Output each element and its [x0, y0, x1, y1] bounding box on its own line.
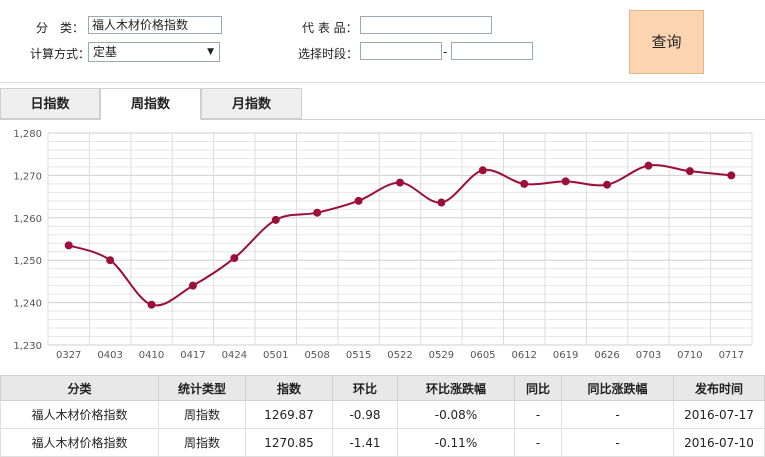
x-tick-label: 0417 [180, 350, 205, 361]
cell-mom: -1.41 [332, 428, 398, 457]
data-point[interactable] [354, 196, 363, 205]
period-label: 选择时段： [298, 47, 359, 61]
x-tick-label: 0619 [553, 350, 578, 361]
x-tick-label: 0710 [677, 350, 702, 361]
header-yoy: 同比 [514, 375, 562, 401]
data-point[interactable] [478, 166, 487, 175]
y-tick-label: 1,240 [13, 299, 42, 310]
y-tick-label: 1,260 [13, 214, 42, 225]
period-end-input[interactable] [451, 42, 533, 60]
x-tick-label: 0605 [470, 350, 495, 361]
header-index: 指数 [245, 375, 333, 401]
data-point[interactable] [271, 215, 280, 224]
cell-index: 1269.87 [245, 400, 333, 429]
x-tick-label: 0626 [594, 350, 619, 361]
cell-mom-pct: -0.08% [397, 400, 515, 429]
header-mom: 环比 [332, 375, 398, 401]
calc-method-select[interactable]: 定基 ▼ [88, 42, 220, 62]
query-form: 分 类： 福人木材价格指数 计算方式： 定基 ▼ 代 表 品： 选择时段： - … [0, 0, 765, 83]
calc-method-label: 计算方式： [30, 47, 91, 61]
cell-index: 1270.85 [245, 428, 333, 457]
representative-input[interactable] [360, 16, 492, 34]
data-point[interactable] [147, 300, 156, 309]
cell-category: 福人木材价格指数 [0, 428, 159, 457]
header-publish-date: 发布时间 [673, 375, 765, 401]
x-tick-label: 0522 [387, 350, 412, 361]
tab-daily[interactable]: 日指数 [0, 88, 100, 119]
cell-mom: -0.98 [332, 400, 398, 429]
header-yoy-pct: 同比涨跌幅 [561, 375, 674, 401]
x-tick-label: 0508 [304, 350, 329, 361]
y-tick-label: 1,270 [13, 171, 42, 182]
query-button[interactable]: 查询 [629, 10, 704, 74]
table-row: 福人木材价格指数 周指数 1269.87 -0.98 -0.08% - - 20… [0, 400, 765, 429]
x-tick-label: 0327 [56, 350, 81, 361]
data-point[interactable] [685, 167, 694, 176]
header-category: 分类 [0, 375, 159, 401]
cell-yoy: - [514, 428, 562, 457]
data-point[interactable] [188, 281, 197, 290]
period-start-input[interactable] [360, 42, 442, 60]
data-point[interactable] [106, 256, 115, 265]
data-point[interactable] [561, 177, 570, 186]
tab-weekly[interactable]: 周指数 [100, 88, 201, 120]
cell-category: 福人木材价格指数 [0, 400, 159, 429]
y-tick-label: 1,280 [13, 129, 42, 140]
data-point[interactable] [396, 178, 404, 187]
calc-method-value: 定基 [93, 45, 118, 59]
table-row: 福人木材价格指数 周指数 1270.85 -1.41 -0.11% - - 20… [0, 428, 765, 457]
y-tick-label: 1,230 [13, 341, 42, 352]
x-tick-label: 0612 [512, 350, 537, 361]
header-mom-pct: 环比涨跌幅 [397, 375, 515, 401]
x-tick-label: 0703 [636, 350, 661, 361]
cell-stat-type: 周指数 [158, 428, 246, 457]
x-tick-label: 0717 [719, 350, 744, 361]
x-tick-label: 0515 [346, 350, 371, 361]
data-point[interactable] [437, 198, 446, 207]
weekly-index-line-chart: 1,230 1,240 1,250 1,260 1,270 1,280 0327 0403 04… [13, 129, 753, 361]
cell-publish-date: 2016-07-17 [673, 400, 765, 429]
index-tabs: 日指数 周指数 月指数 [0, 88, 765, 120]
data-point[interactable] [727, 171, 736, 180]
data-point[interactable] [230, 254, 239, 263]
cell-publish-date: 2016-07-10 [673, 428, 765, 457]
table-header-row: 分类 统计类型 指数 环比 环比涨跌幅 同比 同比涨跌幅 发布时间 [0, 375, 765, 401]
cell-yoy-pct: - [561, 400, 674, 429]
data-point[interactable] [313, 208, 322, 217]
y-tick-label: 1,250 [13, 256, 42, 267]
period-separator: - [443, 45, 448, 59]
header-stat-type: 统计类型 [158, 375, 246, 401]
category-input[interactable]: 福人木材价格指数 [88, 16, 222, 34]
cell-yoy: - [514, 400, 562, 429]
x-tick-label: 0410 [139, 350, 164, 361]
x-tick-label: 0424 [222, 350, 247, 361]
x-tick-label: 0403 [97, 350, 122, 361]
data-point[interactable] [644, 161, 653, 170]
data-point[interactable] [64, 241, 73, 250]
x-tick-label: 0501 [263, 350, 288, 361]
cell-mom-pct: -0.11% [397, 428, 515, 457]
data-point[interactable] [603, 180, 612, 189]
representative-label: 代 表 品： [302, 21, 358, 35]
index-data-table: 分类 统计类型 指数 环比 环比涨跌幅 同比 同比涨跌幅 发布时间 福人木材价格… [0, 375, 765, 457]
x-tick-label: 0529 [429, 350, 454, 361]
cell-stat-type: 周指数 [158, 400, 246, 429]
dropdown-arrow-icon: ▼ [207, 47, 214, 57]
cell-yoy-pct: - [561, 428, 674, 457]
category-label: 分 类： [36, 21, 85, 35]
data-point[interactable] [520, 179, 529, 188]
tab-monthly[interactable]: 月指数 [201, 88, 302, 119]
